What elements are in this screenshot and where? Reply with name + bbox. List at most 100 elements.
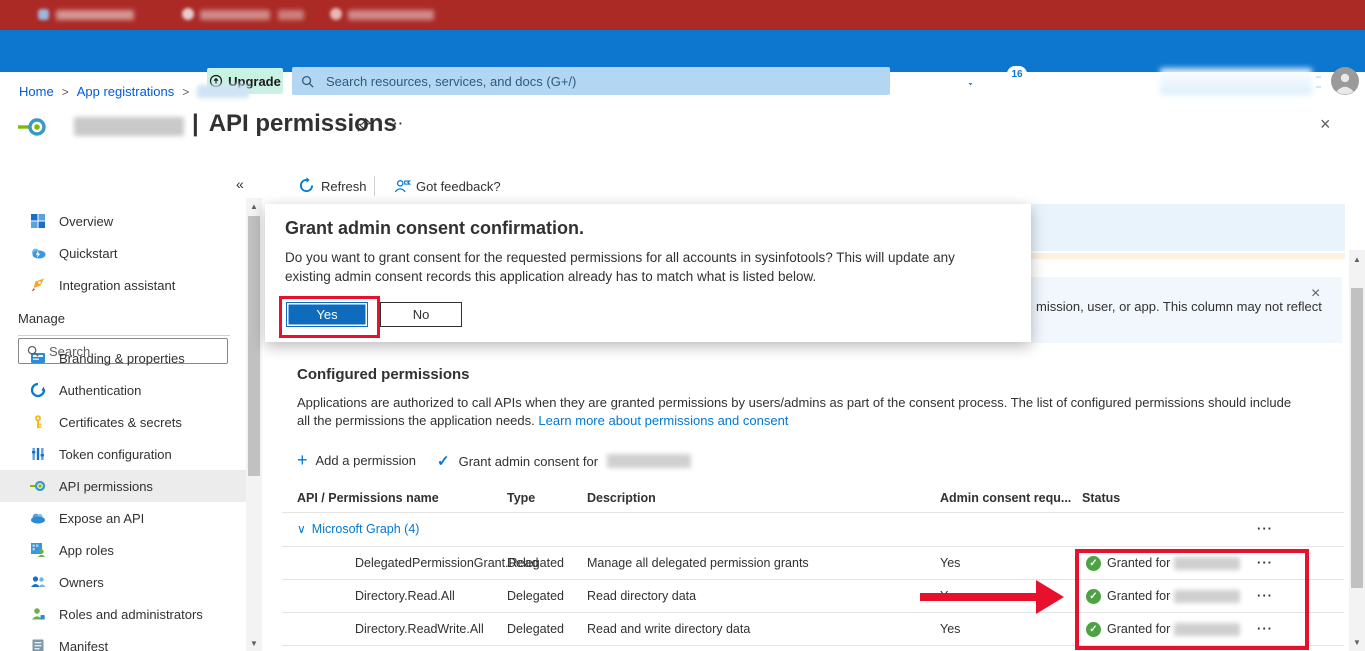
refresh-icon bbox=[298, 177, 315, 194]
plus-icon: + bbox=[297, 452, 308, 468]
sidebar-item-integration-assistant[interactable]: Integration assistant bbox=[0, 269, 246, 301]
row-more-button[interactable]: ··· bbox=[1257, 621, 1273, 636]
title-separator: | bbox=[192, 110, 199, 138]
group-row-microsoft-graph[interactable]: ∨ Microsoft Graph (4) bbox=[297, 522, 419, 536]
main-scrollbar-thumb[interactable] bbox=[1351, 288, 1363, 588]
title-more-button[interactable]: ··· bbox=[388, 116, 404, 131]
group-row-more-button[interactable]: ··· bbox=[1257, 521, 1273, 536]
info-banner-text: mission, user, or app. This column may n… bbox=[1036, 299, 1322, 314]
sidebar-item-overview[interactable]: Overview bbox=[0, 205, 246, 237]
microsoft-graph-link[interactable]: Microsoft Graph (4) bbox=[312, 522, 420, 536]
integration-assistant-icon bbox=[30, 277, 46, 293]
help-icon[interactable]: ? bbox=[1077, 71, 1099, 91]
sidebar-item-owners[interactable]: Owners bbox=[0, 566, 246, 598]
col-header-type[interactable]: Type bbox=[507, 491, 535, 505]
scroll-down-icon[interactable]: ▼ bbox=[246, 639, 262, 648]
permission-description: Read directory data bbox=[587, 589, 696, 603]
got-feedback-icon bbox=[393, 177, 411, 195]
settings-gear-icon[interactable] bbox=[1037, 71, 1059, 91]
commandbar-divider bbox=[374, 176, 375, 196]
add-permission-button[interactable]: + Add a permission bbox=[297, 452, 416, 468]
main-scrollbar[interactable]: ▲ ▼ bbox=[1349, 250, 1365, 651]
cloud-shell-icon[interactable] bbox=[913, 71, 935, 91]
permission-name-link[interactable]: Directory.ReadWrite.All bbox=[355, 622, 484, 636]
sidebar-item-app-roles[interactable]: App roles bbox=[0, 534, 246, 566]
sidebar-item-label: Quickstart bbox=[59, 246, 118, 261]
permission-name-link[interactable]: Directory.Read.All bbox=[355, 589, 455, 603]
col-header-description[interactable]: Description bbox=[587, 491, 656, 505]
breadcrumb-home-link[interactable]: Home bbox=[19, 84, 54, 99]
sidebar-item-label: Authentication bbox=[59, 383, 141, 398]
info-banner-close-icon[interactable]: × bbox=[1311, 285, 1320, 303]
azure-portal-window: Microsoft Azure Upgrade 16 ? bbox=[0, 0, 1365, 651]
sidebar-item-label: Roles and administrators bbox=[59, 607, 203, 622]
row-more-button[interactable]: ··· bbox=[1257, 588, 1273, 603]
sidebar-collapse-button[interactable]: « bbox=[236, 176, 244, 192]
sidebar-item-roles-administrators[interactable]: Roles and administrators bbox=[0, 598, 246, 630]
granted-check-icon: ✓ bbox=[1086, 622, 1101, 637]
browser-tab-favicon bbox=[182, 8, 194, 20]
scroll-up-icon[interactable]: ▲ bbox=[1349, 255, 1365, 264]
browser-tab[interactable] bbox=[348, 10, 434, 20]
global-search-input[interactable] bbox=[292, 67, 890, 95]
sidebar-scrollbar[interactable]: ▲ ▼ bbox=[246, 198, 262, 651]
sidebar-item-token-configuration[interactable]: Token configuration bbox=[0, 438, 246, 470]
overview-icon bbox=[30, 213, 46, 229]
permission-type: Delegated bbox=[507, 556, 564, 570]
chevron-down-icon: ∨ bbox=[297, 522, 306, 536]
app-name-redacted bbox=[74, 117, 184, 136]
sidebar-item-expose-an-api[interactable]: Expose an API bbox=[0, 502, 246, 534]
col-header-api-permissions-name[interactable]: API / Permissions name bbox=[297, 491, 439, 505]
col-header-status[interactable]: Status bbox=[1082, 491, 1120, 505]
got-feedback-button[interactable]: Got feedback? bbox=[416, 179, 501, 194]
account-name-redacted[interactable] bbox=[1160, 68, 1312, 95]
browser-tab[interactable] bbox=[200, 10, 270, 20]
table-divider bbox=[282, 546, 1344, 547]
status-tenant-redacted bbox=[1174, 623, 1240, 636]
learn-more-link[interactable]: Learn more about permissions and consent bbox=[538, 413, 788, 428]
app-roles-icon bbox=[30, 542, 46, 558]
sidebar-item-label: App roles bbox=[59, 543, 114, 558]
grant-admin-consent-button[interactable]: ✓ Grant admin consent for bbox=[437, 452, 691, 470]
table-divider bbox=[282, 612, 1344, 613]
check-icon: ✓ bbox=[437, 452, 450, 470]
pin-icon[interactable] bbox=[356, 117, 372, 133]
sidebar-item-label: Manifest bbox=[59, 639, 108, 651]
sidebar-item-label: Branding & properties bbox=[59, 351, 185, 366]
feedback-icon[interactable] bbox=[1115, 71, 1137, 91]
token-configuration-icon bbox=[30, 446, 46, 462]
configured-permissions-description: Applications are authorized to call APIs… bbox=[297, 394, 1297, 430]
granted-check-icon: ✓ bbox=[1086, 556, 1101, 571]
scroll-up-icon[interactable]: ▲ bbox=[246, 202, 262, 211]
col-header-admin-consent[interactable]: Admin consent requ... bbox=[940, 491, 1071, 505]
breadcrumb-app-registrations-link[interactable]: App registrations bbox=[77, 84, 175, 99]
status-granted-label: Granted for bbox=[1107, 556, 1170, 570]
dialog-yes-button[interactable]: Yes bbox=[286, 302, 368, 327]
sidebar-item-certificates-secrets[interactable]: Certificates & secrets bbox=[0, 406, 246, 438]
quickstart-icon bbox=[30, 245, 46, 261]
sidebar-item-label: API permissions bbox=[59, 479, 153, 494]
close-blade-icon[interactable]: × bbox=[1320, 114, 1331, 135]
avatar[interactable] bbox=[1331, 67, 1359, 95]
sidebar-item-api-permissions[interactable]: API permissions bbox=[0, 470, 246, 502]
status-tenant-redacted bbox=[1174, 557, 1240, 570]
browser-tab[interactable] bbox=[56, 10, 134, 20]
description-text: Applications are authorized to call APIs… bbox=[297, 395, 1291, 428]
manifest-icon bbox=[30, 638, 46, 651]
certificates-icon bbox=[30, 414, 46, 430]
sidebar-item-quickstart[interactable]: Quickstart bbox=[0, 237, 246, 269]
refresh-button[interactable]: Refresh bbox=[321, 179, 367, 194]
scroll-down-icon[interactable]: ▼ bbox=[1349, 638, 1365, 647]
azure-top-bar: Microsoft Azure Upgrade 16 ? bbox=[0, 30, 1365, 72]
browser-tab[interactable] bbox=[278, 10, 304, 20]
grant-admin-consent-label: Grant admin consent for bbox=[459, 454, 598, 469]
status-granted-label: Granted for bbox=[1107, 589, 1170, 603]
sidebar-item-label: Certificates & secrets bbox=[59, 415, 182, 430]
breadcrumb-current-redacted bbox=[197, 85, 249, 98]
directory-filter-icon[interactable] bbox=[955, 71, 977, 91]
sidebar-scrollbar-thumb[interactable] bbox=[248, 216, 260, 476]
sidebar-item-authentication[interactable]: Authentication bbox=[0, 374, 246, 406]
row-more-button[interactable]: ··· bbox=[1257, 555, 1273, 570]
dialog-no-button[interactable]: No bbox=[380, 302, 462, 327]
sidebar-item-manifest[interactable]: Manifest bbox=[0, 630, 246, 651]
